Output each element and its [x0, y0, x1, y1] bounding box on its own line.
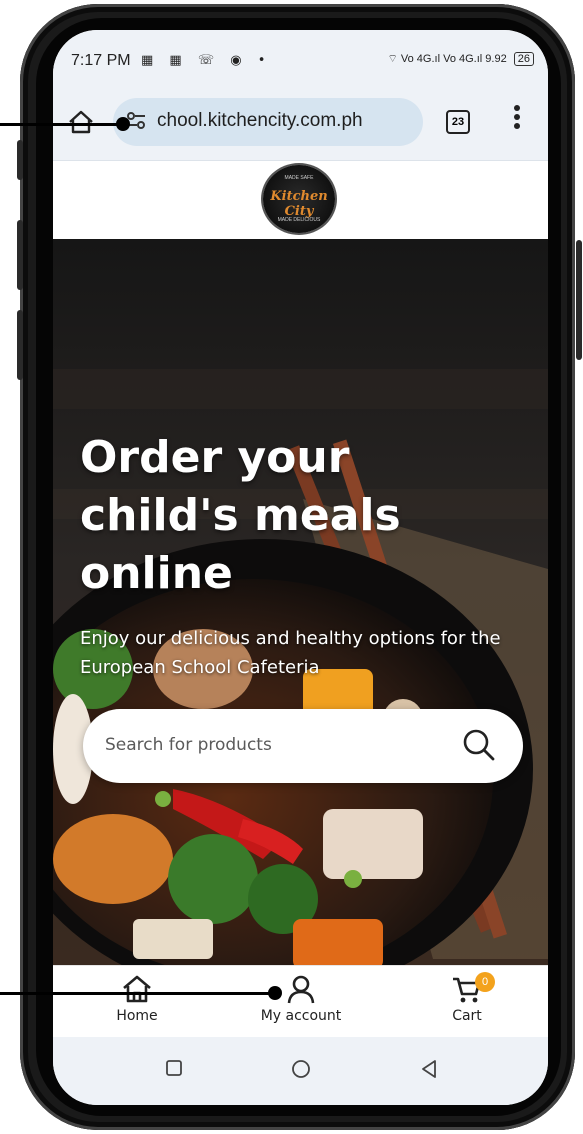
home-icon[interactable]: [67, 108, 95, 136]
signal-indicators: ⌔ Vo 4G.ıl Vo 4G.ıl 9.92 26: [387, 52, 534, 66]
android-navigation-bar: [53, 1037, 548, 1105]
nav-my-account[interactable]: My account: [241, 974, 361, 1024]
phone-side-button: [17, 310, 23, 380]
browser-menu-icon[interactable]: [513, 104, 521, 130]
nav-account-label: My account: [260, 1008, 342, 1024]
hero-title-line: child's meals: [80, 490, 401, 541]
nav-home-label: Home: [116, 1008, 158, 1024]
callout-line: [0, 992, 275, 995]
site-header: MADE SAFE Kitchen City MADE DELICIOUS: [53, 161, 548, 239]
product-search-box[interactable]: Search for products: [83, 709, 523, 783]
address-bar[interactable]: chool.kitchencity.com.ph: [113, 98, 423, 146]
nav-cart[interactable]: 0 Cart: [407, 972, 527, 1024]
user-icon: [287, 975, 315, 1004]
kitchen-city-logo[interactable]: MADE SAFE Kitchen City MADE DELICIOUS: [263, 165, 335, 233]
android-home-icon[interactable]: [291, 1059, 311, 1079]
hero-banner: Order your child's meals online Enjoy ou…: [53, 239, 548, 965]
hero-title-line: online: [80, 548, 233, 599]
nav-cart-label: Cart: [452, 1008, 482, 1024]
phone-power-button: [576, 240, 582, 360]
callout-dot: [268, 986, 282, 1000]
tab-count-button[interactable]: 23: [446, 110, 470, 134]
hero-title: Order your child's meals online: [80, 429, 500, 603]
logo-tagline-bottom: MADE DELICIOUS: [277, 217, 321, 223]
hero-title-line: Order your: [80, 432, 350, 483]
phone-screen: 7:17 PM ▦ ▦ ☏ ◉ • ⌔ Vo 4G.ıl Vo 4G.ıl 9.…: [53, 30, 548, 1105]
search-input[interactable]: Search for products: [105, 735, 272, 755]
back-icon[interactable]: [419, 1059, 439, 1079]
phone-side-button: [17, 140, 23, 180]
notification-icons: ▦ ▦ ☏ ◉ •: [141, 53, 272, 68]
nav-home[interactable]: Home: [77, 974, 197, 1024]
callout-line: [0, 123, 125, 126]
bottom-navigation: Home My account 0 Cart: [53, 965, 548, 1038]
status-bar: 7:17 PM ▦ ▦ ☏ ◉ • ⌔ Vo 4G.ıl Vo 4G.ıl 9.…: [53, 30, 548, 88]
callout-dot: [116, 117, 130, 131]
phone-side-button: [17, 220, 23, 290]
url-text[interactable]: chool.kitchencity.com.ph: [157, 110, 363, 132]
status-time: 7:17 PM: [71, 52, 131, 69]
search-icon[interactable]: [461, 727, 497, 763]
cart-count-badge: 0: [475, 972, 495, 992]
battery-icon: 26: [513, 52, 534, 66]
signal-text: ⌔ Vo 4G.ıl Vo 4G.ıl 9.92: [387, 53, 507, 65]
home-icon: [123, 975, 151, 1003]
hero-subtitle: Enjoy our delicious and healthy options …: [80, 628, 501, 678]
recents-icon[interactable]: [165, 1059, 183, 1077]
logo-wordmark: Kitchen City: [270, 189, 328, 219]
logo-tagline-top: MADE SAFE: [284, 175, 314, 181]
